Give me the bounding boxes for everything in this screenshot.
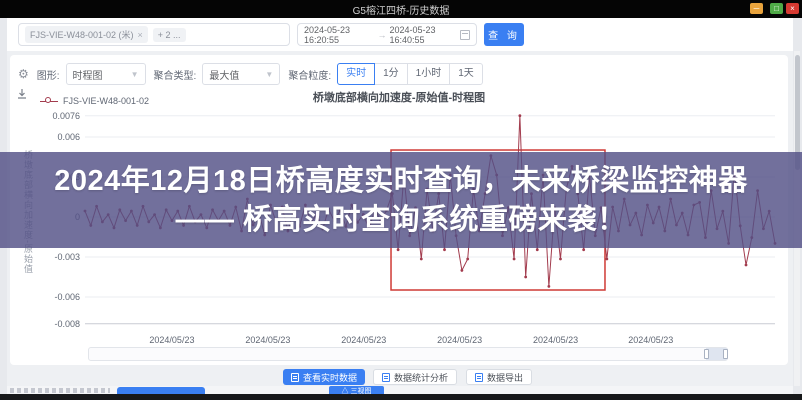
y-tick-label: -0.006 — [18, 292, 80, 302]
window-title: G5榕江四桥-历史数据 — [0, 2, 802, 17]
title-bar: G5榕江四桥-历史数据 ─ □ × — [0, 0, 802, 18]
date-arrow-icon: → — [378, 30, 387, 40]
close-button[interactable]: × — [786, 3, 799, 14]
partial-text — [10, 388, 110, 393]
x-tick-label: 2024/05/23 — [521, 335, 591, 345]
taskbar — [0, 394, 802, 400]
y-tick-label: 0.006 — [18, 132, 80, 142]
minimize-button[interactable]: ─ — [750, 3, 763, 14]
app-window: G5榕江四桥-历史数据 ─ □ × FJS-VIE-W48-001-02 (米)… — [0, 0, 802, 400]
banner-line-2: —— 桥高实时查询系统重磅来袭！ — [0, 201, 802, 239]
device-tag-label: FJS-VIE-W48-001-02 (米) — [30, 28, 134, 41]
date-range-picker[interactable]: 2024-05-23 16:20:55 → 2024-05-23 16:40:5… — [297, 23, 477, 46]
export-icon — [475, 373, 483, 382]
datazoom-slider[interactable] — [88, 347, 728, 361]
x-tick-label: 2024/05/23 — [233, 335, 303, 345]
promo-banner-overlay: 2024年12月18日桥高度实时查询，未来桥梁监控神器 —— 桥高实时查询系统重… — [0, 152, 802, 248]
date-start: 2024-05-23 16:20:55 — [304, 25, 375, 45]
x-tick-label: 2024/05/23 — [616, 335, 686, 345]
tag-close-icon[interactable]: × — [138, 30, 143, 40]
device-more-tag[interactable]: + 2 ... — [153, 28, 186, 42]
banner-line-1: 2024年12月18日桥高度实时查询，未来桥梁监控神器 — [0, 161, 802, 201]
data-export-button[interactable]: 数据导出 — [466, 369, 532, 385]
maximize-button[interactable]: □ — [770, 3, 783, 14]
y-tick-label: -0.008 — [18, 319, 80, 329]
device-multiselect[interactable]: FJS-VIE-W48-001-02 (米) × + 2 ... — [18, 23, 290, 46]
filter-row: FJS-VIE-W48-001-02 (米) × + 2 ... 2024-05… — [7, 18, 793, 51]
chart-icon — [382, 373, 390, 382]
document-icon — [291, 373, 299, 382]
query-button[interactable]: 查 询 — [484, 23, 524, 46]
x-tick-label: 2024/05/23 — [137, 335, 207, 345]
x-tick-label: 2024/05/23 — [425, 335, 495, 345]
datazoom-handle-right[interactable] — [723, 349, 728, 359]
calendar-icon — [460, 30, 470, 40]
y-tick-label: 0.0076 — [18, 111, 80, 121]
datazoom-handle-left[interactable] — [704, 349, 709, 359]
button-label: 查看实时数据 — [303, 371, 357, 384]
device-tag[interactable]: FJS-VIE-W48-001-02 (米) × — [25, 26, 148, 43]
button-label: 数据导出 — [487, 371, 523, 384]
x-tick-label: 2024/05/23 — [329, 335, 399, 345]
data-statistics-button[interactable]: 数据统计分析 — [373, 369, 457, 385]
date-end: 2024-05-23 16:40:55 — [390, 25, 461, 45]
button-label: 数据统计分析 — [394, 371, 448, 384]
y-tick-label: -0.003 — [18, 252, 80, 262]
view-realtime-data-button[interactable]: 查看实时数据 — [283, 369, 365, 385]
granularity-option[interactable]: 实时 — [337, 63, 375, 85]
